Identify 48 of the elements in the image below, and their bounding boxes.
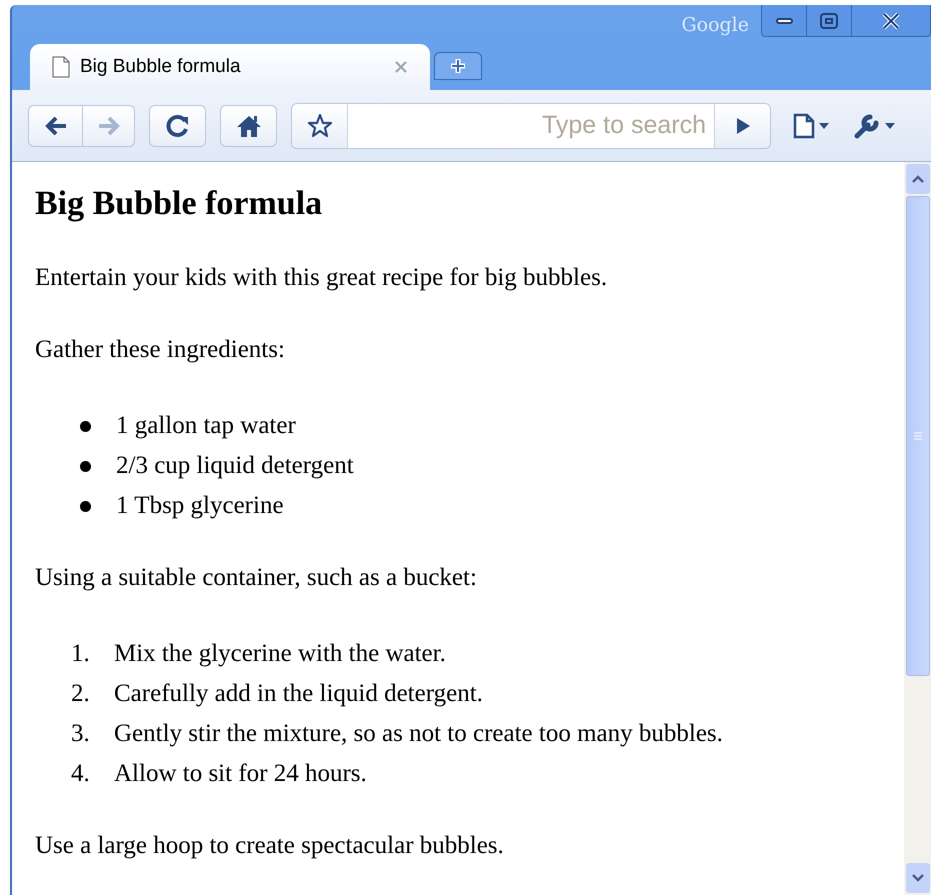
page-icon	[793, 112, 815, 138]
paragraph: Gather these ingredients:	[35, 335, 286, 365]
wrench-icon	[853, 112, 881, 140]
list-item: Gently stir the mixture, so as not to create too many bubbles.	[114, 719, 723, 750]
page-icon	[52, 56, 70, 78]
list-number: 1.	[71, 639, 91, 670]
caret-icon	[885, 122, 895, 128]
home-icon	[236, 114, 262, 138]
paragraph: Entertain your kids with this great recipe for big bubbles.	[35, 263, 608, 293]
browser-tab[interactable]: Big Bubble formula	[30, 44, 430, 90]
scrollbar[interactable]	[904, 162, 931, 895]
scroll-down-button[interactable]	[906, 863, 930, 893]
list-item: Mix the glycerine with the water.	[114, 639, 446, 670]
brand-label: Google	[681, 13, 749, 38]
back-arrow-icon	[44, 114, 68, 136]
address-field[interactable]: Type to search	[348, 104, 714, 148]
reload-icon	[166, 114, 190, 138]
paragraph: Use a large hoop to create spectacular bubbles.	[35, 831, 505, 861]
bookmark-button[interactable]	[292, 104, 348, 148]
scroll-up-button[interactable]	[906, 164, 930, 194]
list-item: 1 gallon tap water	[116, 411, 296, 442]
list-item: Carefully add in the liquid detergent.	[114, 679, 483, 710]
grip-icon	[912, 431, 922, 441]
new-tab-button[interactable]	[434, 52, 482, 80]
reload-button[interactable]	[149, 104, 206, 146]
plus-icon	[449, 57, 467, 75]
home-button[interactable]	[220, 104, 277, 146]
list-number: 2.	[71, 679, 91, 710]
back-button[interactable]	[28, 104, 83, 146]
list-item: 1 Tbsp glycerine	[116, 491, 284, 522]
close-icon	[881, 12, 901, 30]
go-button[interactable]	[714, 104, 770, 148]
star-icon	[306, 112, 332, 138]
tab-title: Big Bubble formula	[80, 54, 242, 79]
play-icon	[734, 116, 750, 136]
list-number: 3.	[71, 719, 91, 750]
page-heading: Big Bubble formula	[35, 184, 324, 224]
address-bar[interactable]: Type to search	[291, 102, 771, 148]
scroll-thumb[interactable]	[906, 196, 930, 676]
list-number: 4.	[71, 759, 91, 790]
bullet-icon	[80, 420, 91, 432]
bullet-icon	[80, 500, 91, 512]
list-item: 2/3 cup liquid detergent	[116, 451, 354, 482]
forward-arrow-icon	[96, 114, 120, 136]
caret-icon	[819, 122, 829, 128]
list-item: Allow to sit for 24 hours.	[114, 759, 367, 790]
bullet-icon	[80, 460, 91, 472]
paragraph: Using a suitable container, such as a bucket:	[35, 563, 478, 593]
